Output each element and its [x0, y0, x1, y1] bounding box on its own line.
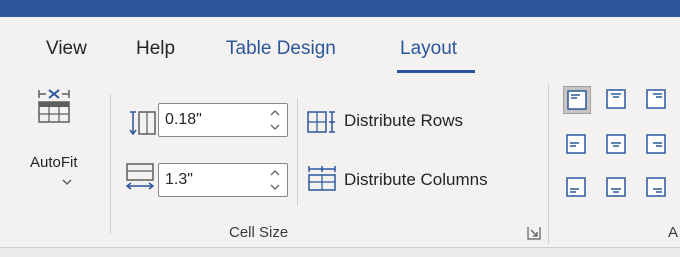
column-width-icon: [125, 163, 155, 190]
align-bottom-center-button[interactable]: [603, 174, 631, 202]
distribute-columns-button[interactable]: Distribute Columns: [306, 166, 526, 194]
active-tab-indicator: [397, 70, 475, 73]
align-bottom-right-icon: [646, 177, 666, 197]
tab-view[interactable]: View: [46, 38, 87, 60]
dialog-launcher-icon[interactable]: [527, 226, 541, 240]
distribute-columns-label: Distribute Columns: [344, 170, 488, 189]
spinner-arrows-icon[interactable]: [269, 107, 281, 133]
row-height-spinner[interactable]: 0.18": [158, 103, 288, 137]
align-middle-center-icon: [606, 134, 626, 154]
group-separator: [297, 98, 298, 206]
align-top-left-icon: [567, 90, 587, 110]
align-middle-right-icon: [646, 134, 666, 154]
align-top-center-icon: [606, 89, 626, 109]
group-separator: [110, 94, 111, 234]
group-separator: [548, 84, 549, 244]
align-top-right-button[interactable]: [643, 86, 671, 114]
autofit-icon: [38, 89, 70, 123]
tab-help[interactable]: Help: [136, 38, 175, 60]
column-width-value: 1.3": [165, 171, 193, 188]
align-top-left-button[interactable]: [563, 86, 591, 114]
align-bottom-center-icon: [606, 177, 626, 197]
align-bottom-right-button[interactable]: [643, 174, 671, 202]
distribute-columns-icon: [308, 166, 336, 191]
tab-layout[interactable]: Layout: [400, 38, 457, 60]
align-top-center-button[interactable]: [603, 86, 631, 114]
chevron-down-icon[interactable]: [62, 178, 72, 186]
row-height-icon: [129, 111, 156, 136]
title-bar: [0, 0, 680, 17]
autofit-label: AutoFit: [30, 154, 78, 171]
align-middle-left-button[interactable]: [563, 131, 591, 159]
row-height-value: 0.18": [165, 111, 202, 128]
distribute-rows-label: Distribute Rows: [344, 111, 464, 130]
cell-size-group-label: Cell Size: [229, 224, 289, 241]
distribute-rows-icon: [307, 111, 335, 133]
ribbon-tabs: View Help Table Design Layout: [0, 17, 680, 77]
document-area-edge: [0, 247, 680, 257]
align-bottom-left-icon: [566, 177, 586, 197]
align-middle-left-icon: [566, 134, 586, 154]
distribute-rows-button[interactable]: Distribute Rows: [306, 108, 506, 136]
align-middle-center-button[interactable]: [603, 131, 631, 159]
alignment-group-label: A: [668, 224, 679, 241]
tab-table-design[interactable]: Table Design: [226, 38, 336, 60]
align-top-right-icon: [646, 89, 666, 109]
column-width-spinner[interactable]: 1.3": [158, 163, 288, 197]
align-bottom-left-button[interactable]: [563, 174, 591, 202]
align-middle-right-button[interactable]: [643, 131, 671, 159]
spinner-arrows-icon[interactable]: [269, 167, 281, 193]
